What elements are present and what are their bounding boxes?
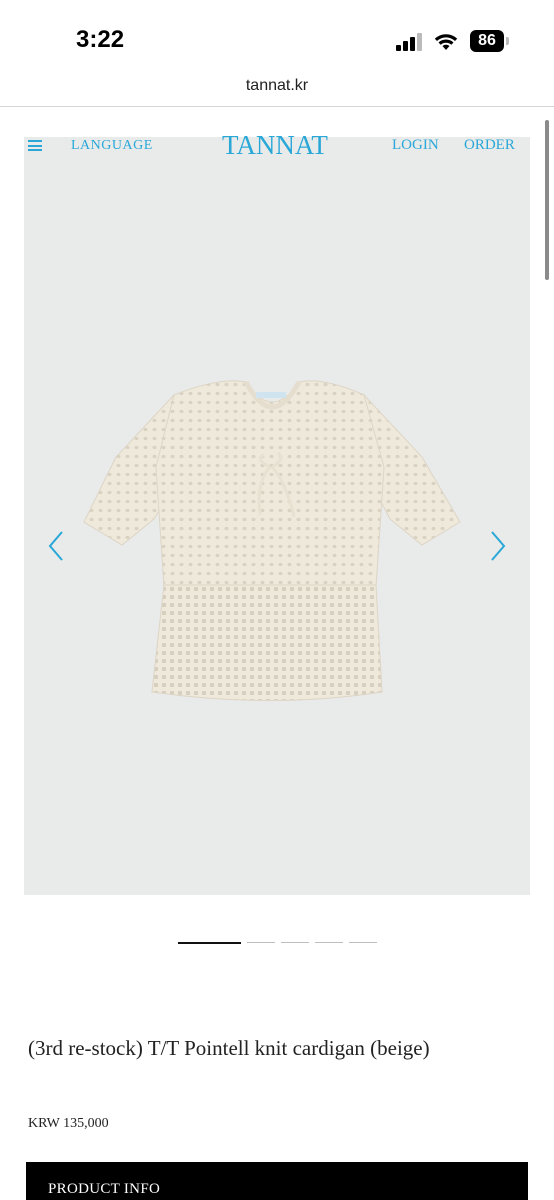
carousel-indicators (0, 942, 554, 946)
status-bar: 3:22 86 (0, 0, 554, 70)
scrollbar[interactable] (545, 120, 549, 280)
order-link[interactable]: ORDER (464, 137, 515, 154)
hamburger-menu-icon[interactable] (28, 140, 42, 151)
status-time: 3:22 (76, 26, 125, 53)
battery-tip (506, 37, 509, 45)
site-header: LANGUAGE TANNAT LOGIN ORDER (24, 128, 530, 162)
carousel-indicator[interactable] (178, 942, 241, 944)
chevron-left-icon[interactable] (46, 529, 66, 563)
carousel-indicator[interactable] (315, 942, 343, 943)
knit-top-illustration (83, 380, 461, 701)
product-info-button[interactable]: PRODUCT INFO (26, 1162, 528, 1200)
cellular-signal-icon (396, 33, 422, 51)
product-info-label: PRODUCT INFO (48, 1181, 161, 1197)
site-logo[interactable]: TANNAT (222, 130, 328, 161)
carousel-indicator[interactable] (349, 942, 377, 943)
carousel-indicator[interactable] (281, 942, 309, 943)
language-link[interactable]: LANGUAGE (71, 138, 153, 154)
chevron-right-icon[interactable] (488, 529, 508, 563)
carousel-indicator[interactable] (247, 942, 275, 943)
product-image[interactable] (24, 137, 530, 895)
login-link[interactable]: LOGIN (392, 137, 439, 154)
product-price: KRW 135,000 (28, 1116, 109, 1131)
product-title: (3rd re-stock) T/T Pointell knit cardiga… (28, 1036, 430, 1060)
url-divider (0, 106, 554, 107)
browser-url[interactable]: tannat.kr (0, 72, 554, 106)
battery-indicator: 86 (470, 30, 504, 52)
wifi-icon (434, 34, 458, 50)
